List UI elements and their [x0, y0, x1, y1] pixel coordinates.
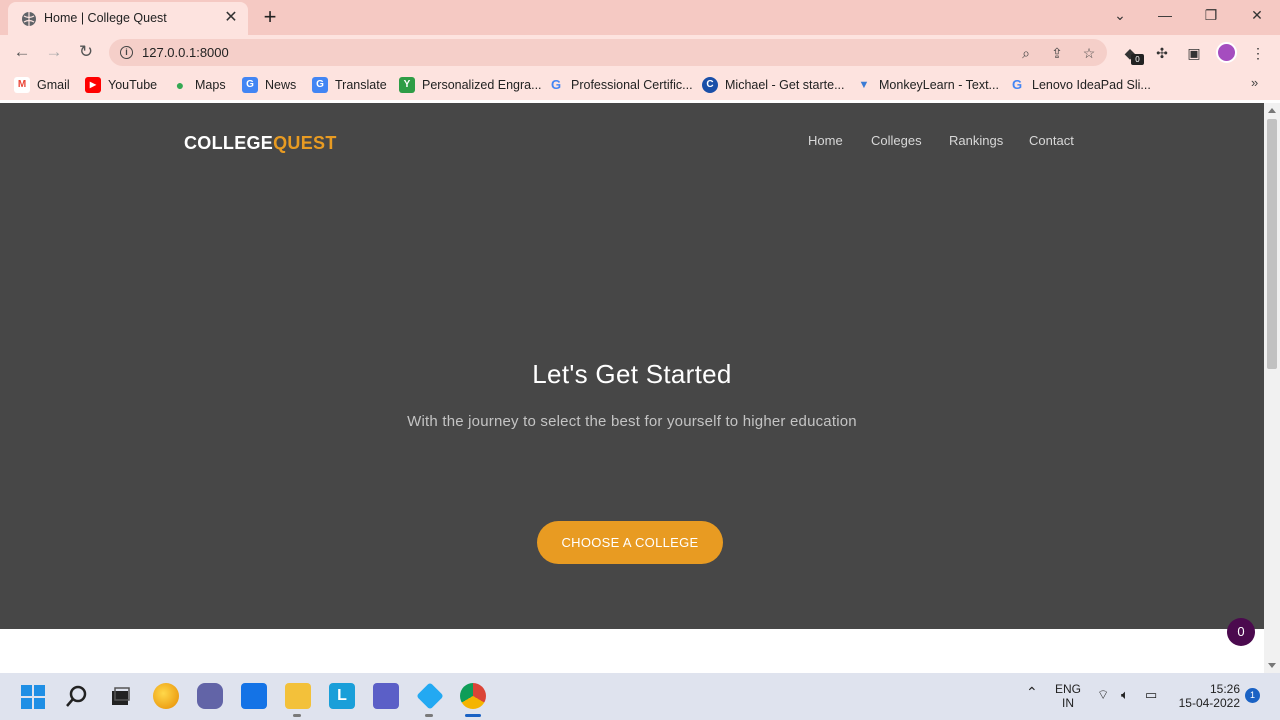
clock[interactable]: 15:26 15-04-2022 [1174, 682, 1240, 710]
bookmark-news[interactable]: G News [242, 76, 296, 94]
chat-widget-button[interactable]: 0 [1227, 618, 1255, 646]
nav-home[interactable]: Home [808, 133, 843, 148]
restore-button[interactable]: ❐ [1197, 5, 1225, 25]
file-explorer-icon[interactable] [285, 683, 311, 709]
engrave-icon: Y [399, 77, 415, 93]
battery-icon[interactable]: ▭ [1145, 687, 1157, 703]
profile-avatar[interactable] [1216, 42, 1237, 63]
task-view-icon[interactable] [108, 685, 132, 709]
side-panel-icon[interactable]: ▣ [1184, 43, 1204, 63]
language-indicator[interactable]: ENG IN [1052, 682, 1084, 710]
browser-tab-strip: Home | College Quest ✕ + ⌄ — ❐ ✕ [0, 0, 1280, 35]
hero-section: COLLEGEQUEST Home Colleges Rankings Cont… [0, 103, 1264, 629]
search-icon[interactable] [65, 684, 89, 708]
reload-button[interactable]: ↻ [74, 41, 98, 63]
new-tab-button[interactable]: + [258, 5, 282, 29]
menu-dots-icon[interactable]: ⋮ [1248, 43, 1268, 63]
extension-badge: 0 [1131, 54, 1144, 65]
scroll-up-icon[interactable] [1268, 108, 1276, 113]
bookmarks-overflow-icon[interactable]: » [1251, 75, 1258, 90]
bookmark-professional-certificate[interactable]: G Professional Certific... [548, 76, 693, 94]
monkeylearn-icon: ▼ [858, 79, 870, 91]
bookmark-monkeylearn[interactable]: ▼ MonkeyLearn - Text... [856, 76, 999, 94]
maps-pin-icon: ● [175, 77, 185, 93]
teams-icon[interactable] [373, 683, 399, 709]
site-info-icon[interactable]: i [120, 46, 133, 59]
bookmark-michael[interactable]: C Michael - Get starte... [702, 76, 844, 94]
tab-search-chevron-icon[interactable]: ⌄ [1106, 5, 1134, 25]
l-app-icon[interactable]: L [329, 683, 355, 709]
tray-overflow-icon[interactable]: ⌃ [1026, 684, 1038, 701]
mail-icon[interactable] [241, 683, 267, 709]
news-icon: G [242, 77, 258, 93]
page-scrollbar[interactable] [1264, 103, 1280, 673]
browser-toolbar: ← → ↻ i 127.0.0.1:8000 ⌕ ⇪ ☆ ◆ ✣ ▣ ⋮ [0, 35, 1280, 69]
forward-button[interactable]: → [42, 41, 66, 63]
globe-icon [22, 12, 36, 26]
choose-college-button[interactable]: CHOOSE A COLLEGE [537, 521, 723, 564]
hero-subtitle: With the journey to select the best for … [407, 413, 857, 430]
windows-start-icon[interactable] [21, 685, 45, 709]
vscode-icon[interactable] [416, 682, 444, 710]
bookmarks-bar: M Gmail ▶ YouTube ● Maps G News G Transl… [0, 69, 1280, 100]
running-indicator [293, 714, 301, 717]
google-icon: G [1011, 77, 1023, 92]
chat-icon[interactable] [197, 683, 223, 709]
wifi-icon[interactable]: ⌔ [1097, 687, 1109, 703]
notification-badge[interactable]: 1 [1245, 688, 1260, 703]
close-window-button[interactable]: ✕ [1243, 5, 1271, 25]
share-icon[interactable]: ⇪ [1048, 44, 1066, 62]
bookmark-gmail[interactable]: M Gmail [14, 76, 70, 94]
browser-tab[interactable]: Home | College Quest ✕ [8, 2, 248, 35]
nav-contact[interactable]: Contact [1029, 133, 1074, 148]
c-icon: C [702, 77, 718, 93]
tab-title: Home | College Quest [44, 11, 167, 25]
bookmark-personalized-engraving[interactable]: Y Personalized Engra... [399, 76, 542, 94]
active-indicator [465, 714, 481, 717]
site-logo[interactable]: COLLEGEQUEST [184, 133, 337, 154]
nav-colleges[interactable]: Colleges [871, 133, 922, 148]
bookmark-maps[interactable]: ● Maps [172, 76, 226, 94]
weather-icon[interactable] [153, 683, 179, 709]
back-button[interactable]: ← [10, 41, 34, 63]
chrome-icon[interactable] [460, 683, 486, 709]
bookmark-star-icon[interactable]: ☆ [1080, 44, 1098, 62]
scroll-down-icon[interactable] [1268, 663, 1276, 668]
youtube-icon: ▶ [85, 77, 101, 93]
minimize-button[interactable]: — [1151, 5, 1179, 25]
tab-close-icon[interactable]: ✕ [222, 9, 240, 27]
scrollbar-thumb[interactable] [1267, 119, 1277, 369]
translate-icon: G [312, 77, 328, 93]
page-viewport: COLLEGEQUEST Home Colleges Rankings Cont… [0, 103, 1264, 673]
url-text: 127.0.0.1:8000 [142, 45, 229, 60]
google-icon: G [550, 77, 562, 92]
bookmark-translate[interactable]: G Translate [312, 76, 387, 94]
nav-rankings[interactable]: Rankings [949, 133, 1003, 148]
zoom-icon[interactable]: ⌕ [1017, 44, 1035, 62]
bookmark-lenovo[interactable]: G Lenovo IdeaPad Sli... [1009, 76, 1151, 94]
windows-taskbar: L ⌃ ENG IN ⌔ 🔈︎ ▭ 15:26 15-04-2022 [0, 673, 1280, 720]
address-bar[interactable]: i 127.0.0.1:8000 ⌕ ⇪ ☆ [109, 39, 1107, 66]
running-indicator [425, 714, 433, 717]
hero-title: Let's Get Started [532, 359, 732, 389]
puzzle-icon[interactable]: ✣ [1152, 43, 1172, 63]
bookmark-youtube[interactable]: ▶ YouTube [85, 76, 157, 94]
volume-icon[interactable]: 🔈︎ [1121, 687, 1129, 703]
gmail-icon: M [14, 77, 30, 93]
